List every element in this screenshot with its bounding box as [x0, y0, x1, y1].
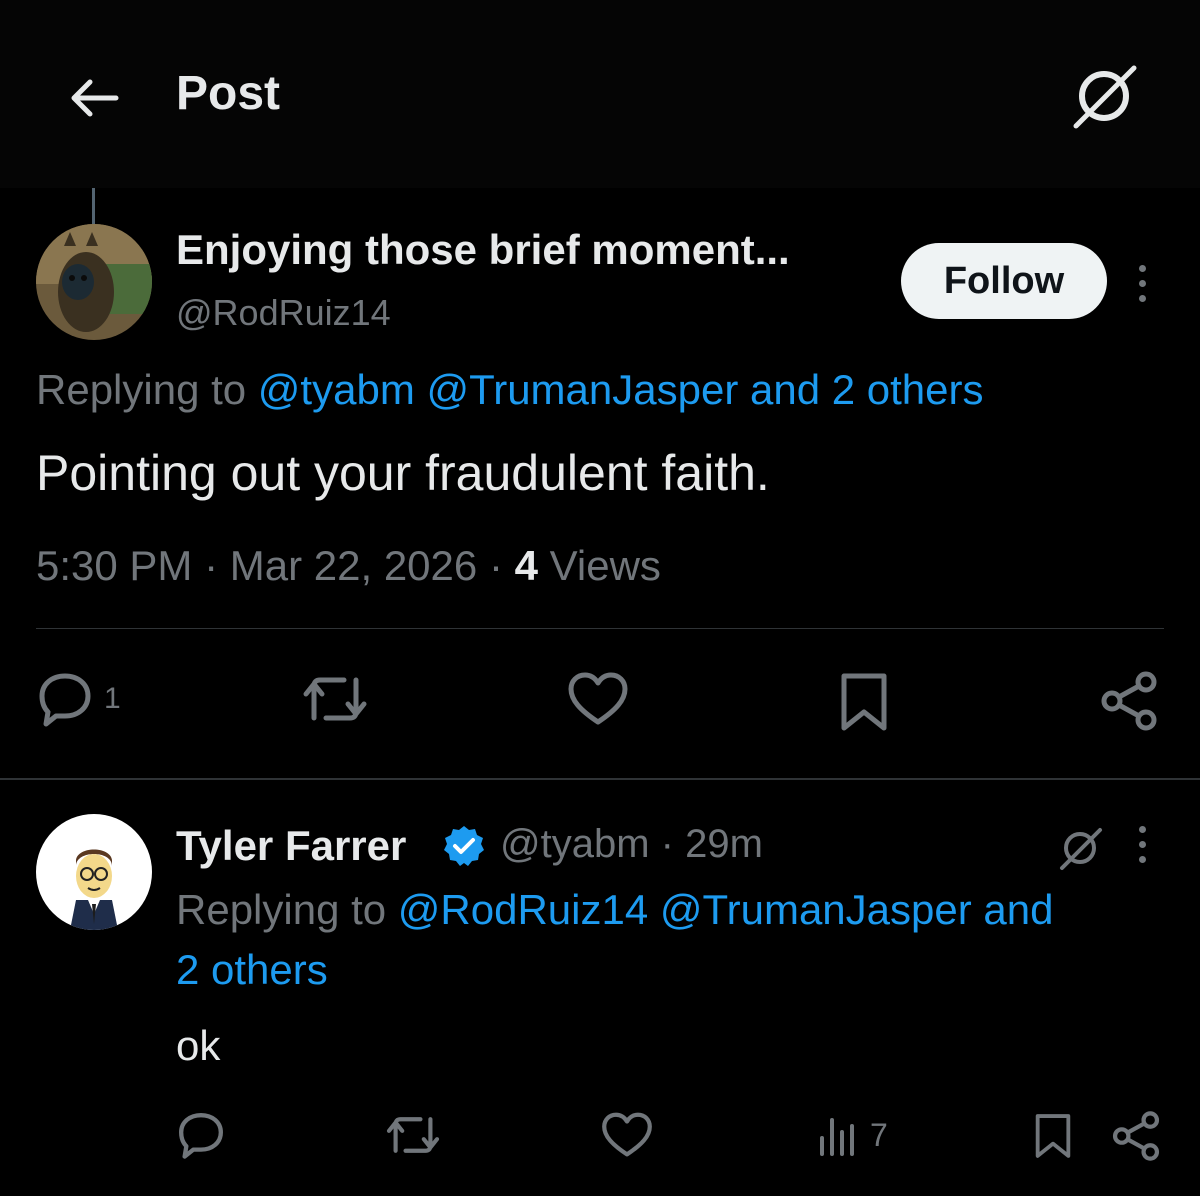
more-options-button[interactable] [1122, 253, 1162, 313]
divider [36, 628, 1164, 629]
replying-to-line: Replying to @RodRuiz14 @TrumanJasper and… [176, 880, 1166, 1000]
replying-to-line: Replying to @tyabm @TrumanJasper and 2 o… [36, 366, 984, 414]
avatar[interactable] [36, 224, 152, 340]
bookmark-icon [1035, 1114, 1071, 1158]
grok-icon [1060, 828, 1102, 870]
analytics-icon [820, 1118, 854, 1156]
reply-age[interactable]: 29m [685, 822, 763, 866]
reply-button[interactable]: 1 [36, 670, 121, 728]
heart-icon [568, 672, 628, 725]
follow-button[interactable]: Follow [901, 243, 1107, 319]
reply-icon [39, 673, 91, 727]
thread-connector-line [92, 188, 95, 224]
views-button[interactable]: 7 [816, 1110, 888, 1160]
grok-button[interactable] [1054, 822, 1106, 874]
share-button[interactable] [1098, 670, 1160, 732]
arrow-left-icon [71, 79, 119, 117]
divider [0, 778, 1200, 780]
bookmark-icon [841, 673, 887, 731]
like-button[interactable] [566, 670, 630, 728]
dot-icon [1138, 264, 1146, 272]
grok-icon [1073, 65, 1137, 129]
reply-count: 1 [104, 682, 121, 715]
bookmark-button[interactable] [1030, 1110, 1076, 1162]
reply-button[interactable] [176, 1110, 226, 1160]
top-app-bar: Post [0, 0, 1200, 188]
dot-icon [1138, 840, 1146, 848]
bookmark-button[interactable] [834, 670, 894, 734]
dot-icon [1138, 294, 1146, 302]
reply-header-meta: @tyabm · 29m [500, 822, 763, 867]
replying-to-prefix: Replying to [36, 366, 247, 413]
views-label: Views [549, 542, 661, 589]
verified-badge-icon [444, 826, 484, 866]
grok-button[interactable] [1066, 58, 1142, 134]
share-icon [1112, 1111, 1160, 1161]
replying-to-prefix: Replying to [176, 886, 387, 933]
author-handle[interactable]: @tyabm [500, 822, 650, 866]
post-date[interactable]: Mar 22, 2026 [230, 542, 478, 589]
dot-icon [1138, 825, 1146, 833]
page-title: Post [176, 67, 281, 120]
replying-to-links-more[interactable]: 2 others [176, 946, 328, 993]
views-count: 7 [870, 1116, 888, 1153]
like-button[interactable] [600, 1110, 654, 1160]
replying-to-links[interactable]: @tyabm @TrumanJasper and 2 others [258, 366, 984, 413]
author-display-name[interactable]: Enjoying those brief moment... [176, 226, 790, 274]
dot-icon [1138, 279, 1146, 287]
dot-icon [1138, 855, 1146, 863]
more-options-button[interactable] [1122, 814, 1162, 874]
post-time[interactable]: 5:30 PM [36, 542, 192, 589]
separator: · [488, 542, 503, 589]
post-text: Pointing out your fraudulent faith. [36, 445, 770, 501]
repost-icon [386, 1117, 440, 1153]
share-button[interactable] [1110, 1110, 1162, 1162]
avatar[interactable] [36, 814, 152, 930]
views-count: 4 [514, 542, 538, 589]
share-icon [1101, 671, 1157, 731]
repost-button[interactable] [300, 670, 370, 728]
post-metadata: 5:30 PM · Mar 22, 2026 · 4 Views [36, 542, 661, 590]
author-display-name[interactable]: Tyler Farrer [176, 822, 406, 870]
author-handle[interactable]: @RodRuiz14 [176, 292, 391, 334]
repost-icon [303, 677, 367, 721]
repost-button[interactable] [384, 1110, 442, 1160]
replying-to-links[interactable]: @RodRuiz14 @TrumanJasper and [398, 886, 1054, 933]
heart-icon [602, 1112, 652, 1157]
reply-icon [179, 1113, 223, 1159]
separator: · [660, 822, 674, 866]
back-button[interactable] [62, 72, 126, 124]
reply-text: ok [176, 1022, 221, 1069]
separator: · [204, 542, 219, 589]
